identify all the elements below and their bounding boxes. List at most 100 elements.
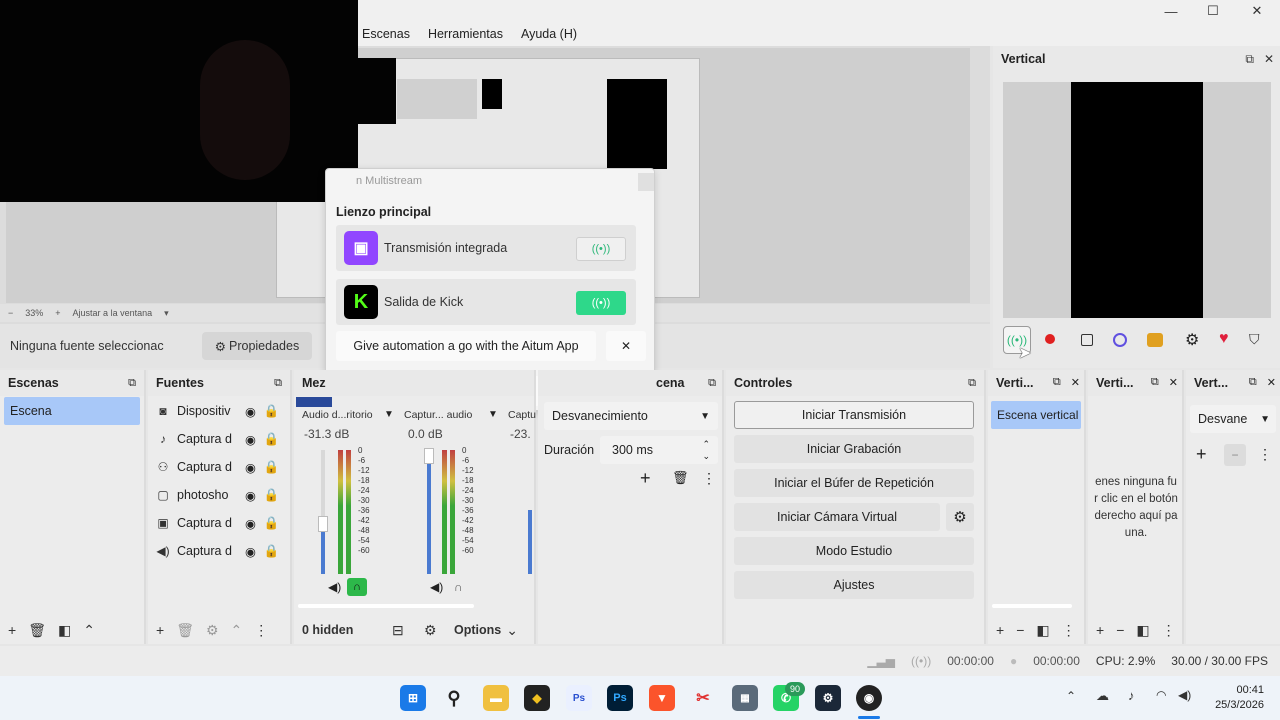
add-icon[interactable]: +	[996, 622, 1004, 638]
photoshop-icon[interactable]: Ps	[607, 685, 633, 711]
transition-select[interactable]: Desvanecimiento ▼	[544, 402, 718, 430]
source-item[interactable]: ◀) Captura d ◉ 🔒	[148, 537, 292, 565]
lock-icon[interactable]: 🔒	[264, 488, 280, 503]
speaker-icon[interactable]: ◀)	[328, 580, 341, 594]
float-icon[interactable]: ⧉	[1249, 376, 1257, 389]
chevron-down-icon[interactable]: ▾	[164, 308, 169, 319]
add-icon[interactable]: +	[156, 622, 164, 638]
eye-icon[interactable]: ◉	[245, 432, 256, 447]
clock[interactable]: 00:41 25/3/2026	[1204, 683, 1264, 713]
gear-icon[interactable]: ⚙	[1185, 330, 1199, 350]
add-icon[interactable]: +	[1196, 444, 1207, 465]
filter-icon[interactable]: ◧	[1036, 622, 1049, 639]
twitch-stream-toggle[interactable]: ((•))	[576, 237, 626, 261]
headphones-icon[interactable]: ∩	[347, 578, 367, 596]
start-streaming-button[interactable]: Iniciar Transmisión	[734, 401, 974, 429]
mixer-settings-icon[interactable]: ⚙	[424, 622, 454, 639]
chevron-up-icon[interactable]: ⌃	[231, 622, 243, 639]
lock-icon[interactable]: 🔒	[264, 516, 280, 531]
kick-stream-toggle[interactable]: ((•))	[576, 291, 626, 315]
chevron-up-icon[interactable]: ⌃	[1066, 689, 1076, 703]
more-icon[interactable]: ⋮	[702, 470, 716, 487]
lock-icon[interactable]: 🔒	[264, 544, 280, 559]
maximize-button[interactable]: ☐	[1190, 0, 1236, 22]
wifi-icon[interactable]: ◠	[1156, 688, 1166, 702]
close-icon[interactable]: ✕	[1169, 376, 1178, 389]
menu-tools[interactable]: Herramientas	[428, 27, 503, 41]
cloud-off-icon[interactable]: ☁	[1096, 688, 1109, 704]
stop-icon[interactable]	[1081, 334, 1093, 346]
close-icon[interactable]: ✕	[1264, 52, 1274, 67]
vertical-scene-item[interactable]: Escena vertical	[991, 401, 1081, 429]
volume-slider-handle[interactable]	[318, 516, 328, 532]
heart-icon[interactable]: ♥	[1219, 330, 1229, 348]
app-icon[interactable]: ◆	[524, 685, 550, 711]
more-icon[interactable]: ⋮	[1258, 446, 1272, 463]
zoom-in-button[interactable]: +	[55, 308, 60, 318]
float-icon[interactable]: ⧉	[274, 377, 282, 390]
layout-icon[interactable]: ⊟	[392, 622, 424, 639]
eye-icon[interactable]: ◉	[245, 460, 256, 475]
start-recording-button[interactable]: Iniciar Grabación	[734, 435, 974, 463]
source-item[interactable]: ◙ Dispositiv ◉ 🔒	[148, 397, 292, 425]
chevron-up-icon[interactable]: ⌃	[83, 622, 95, 639]
fit-window-option[interactable]: Ajustar a la ventana	[73, 308, 153, 318]
filter-icon[interactable]: ◧	[58, 622, 71, 639]
properties-button[interactable]: ⚙ Propiedades	[202, 332, 312, 360]
minimize-button[interactable]: —	[1148, 0, 1194, 22]
headphones-off-icon[interactable]: ∩	[454, 580, 463, 594]
settings-button[interactable]: Ajustes	[734, 571, 974, 599]
scrollbar[interactable]	[992, 604, 1072, 608]
shield-icon[interactable]: ⛉	[1249, 331, 1260, 348]
hidden-count[interactable]: 0 hidden	[302, 623, 392, 637]
float-icon[interactable]: ⧉	[968, 377, 976, 390]
float-icon[interactable]: ⧉	[128, 377, 136, 390]
eye-icon[interactable]: ◉	[245, 404, 256, 419]
more-icon[interactable]: ⋮	[254, 622, 268, 639]
volume-slider-handle[interactable]	[424, 448, 434, 464]
virtual-camera-settings-button[interactable]: ⚙	[946, 503, 974, 531]
float-icon[interactable]: ⧉	[1151, 376, 1159, 389]
chevron-down-icon[interactable]: ▼	[384, 409, 394, 420]
mixer-scrollbar[interactable]	[298, 604, 474, 608]
add-icon[interactable]: +	[640, 468, 651, 489]
float-icon[interactable]: ⧉	[1053, 376, 1061, 389]
trash-icon[interactable]: 🗑	[672, 470, 689, 486]
source-item[interactable]: ▢ photosho ◉ 🔒	[148, 481, 292, 509]
float-icon[interactable]: ⧉	[708, 377, 716, 390]
windows-start-icon[interactable]: ⊞	[400, 685, 426, 711]
close-window-button[interactable]: ✕	[1234, 0, 1280, 22]
snipping-tool-icon[interactable]: ✂	[690, 685, 716, 711]
chevron-down-icon[interactable]: ⌄	[506, 622, 518, 639]
eye-icon[interactable]: ◉	[245, 544, 256, 559]
trash-icon[interactable]: 🗑	[176, 622, 194, 639]
remove-icon[interactable]: −	[1224, 444, 1246, 466]
calculator-icon[interactable]: ▦	[732, 685, 758, 711]
close-icon[interactable]: ✕	[1071, 376, 1080, 389]
vertical-transition-select[interactable]: Desvane ▼	[1190, 405, 1276, 433]
lock-icon[interactable]: 🔒	[264, 404, 280, 419]
studio-mode-button[interactable]: Modo Estudio	[734, 537, 974, 565]
chevron-down-icon[interactable]: ▼	[488, 409, 498, 420]
lock-icon[interactable]: 🔒	[264, 432, 280, 447]
ps-express-icon[interactable]: Ps	[566, 685, 592, 711]
more-icon[interactable]: ⋮	[1162, 622, 1176, 639]
add-icon[interactable]: +	[1096, 622, 1104, 638]
replay-icon[interactable]	[1147, 333, 1163, 347]
duration-spinbox[interactable]: 300 ms ⌃ ⌄	[600, 436, 718, 464]
scene-item[interactable]: Escena	[4, 397, 140, 425]
source-item[interactable]: ▣ Captura d ◉ 🔒	[148, 509, 292, 537]
eye-icon[interactable]: ◉	[245, 516, 256, 531]
mic-icon[interactable]: ♪	[1128, 688, 1135, 703]
spin-arrows-icon[interactable]: ⌃ ⌄	[702, 438, 710, 462]
source-item[interactable]: ♪ Captura d ◉ 🔒	[148, 425, 292, 453]
more-icon[interactable]: ⋮	[1062, 622, 1076, 639]
search-icon[interactable]: ⚲	[441, 685, 467, 711]
popup-scroll-handle[interactable]	[638, 173, 654, 191]
gear-icon[interactable]: ⚙	[206, 622, 219, 639]
menu-scenes[interactable]: Escenas	[362, 27, 410, 41]
virtualcam-icon[interactable]	[1113, 333, 1127, 347]
folder-icon[interactable]: ▬	[483, 685, 509, 711]
float-icon[interactable]: ⧉	[1245, 52, 1254, 67]
options-button[interactable]: Options	[454, 623, 501, 637]
